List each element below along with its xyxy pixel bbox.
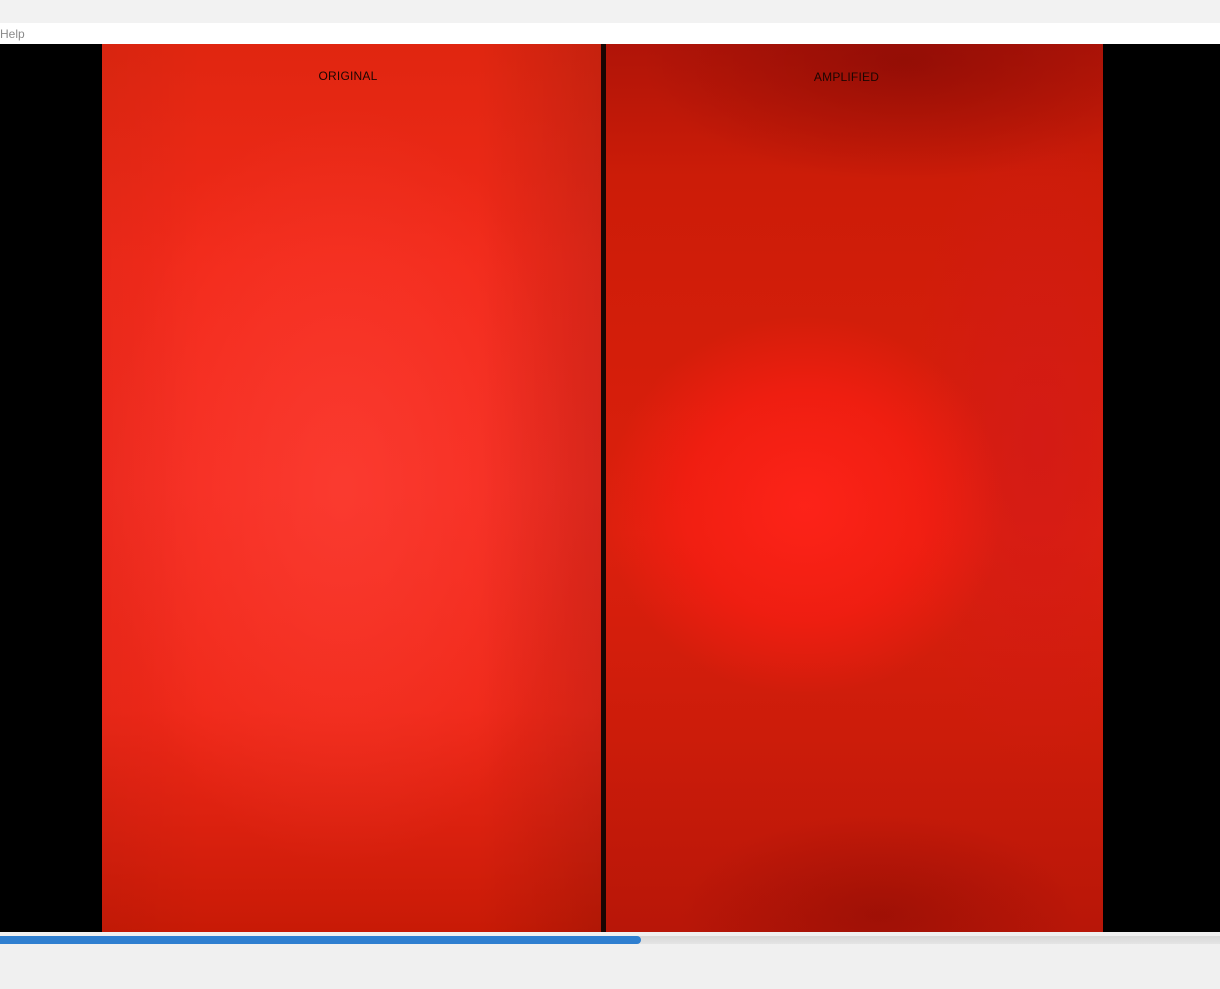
amplified-video-panel: AMPLIFIED [606,44,1103,932]
amplified-label: AMPLIFIED [813,70,880,84]
playback-progress-bar[interactable] [0,936,1220,944]
status-area [0,944,1220,989]
title-bar [0,0,1220,23]
video-viewport: ORIGINAL AMPLIFIED [0,44,1220,932]
original-video-panel: ORIGINAL [102,44,602,932]
playback-progress-fill [0,936,641,944]
menu-item-help[interactable]: Help [0,26,25,42]
original-label: ORIGINAL [318,69,378,83]
menu-bar: Help [0,23,1220,44]
